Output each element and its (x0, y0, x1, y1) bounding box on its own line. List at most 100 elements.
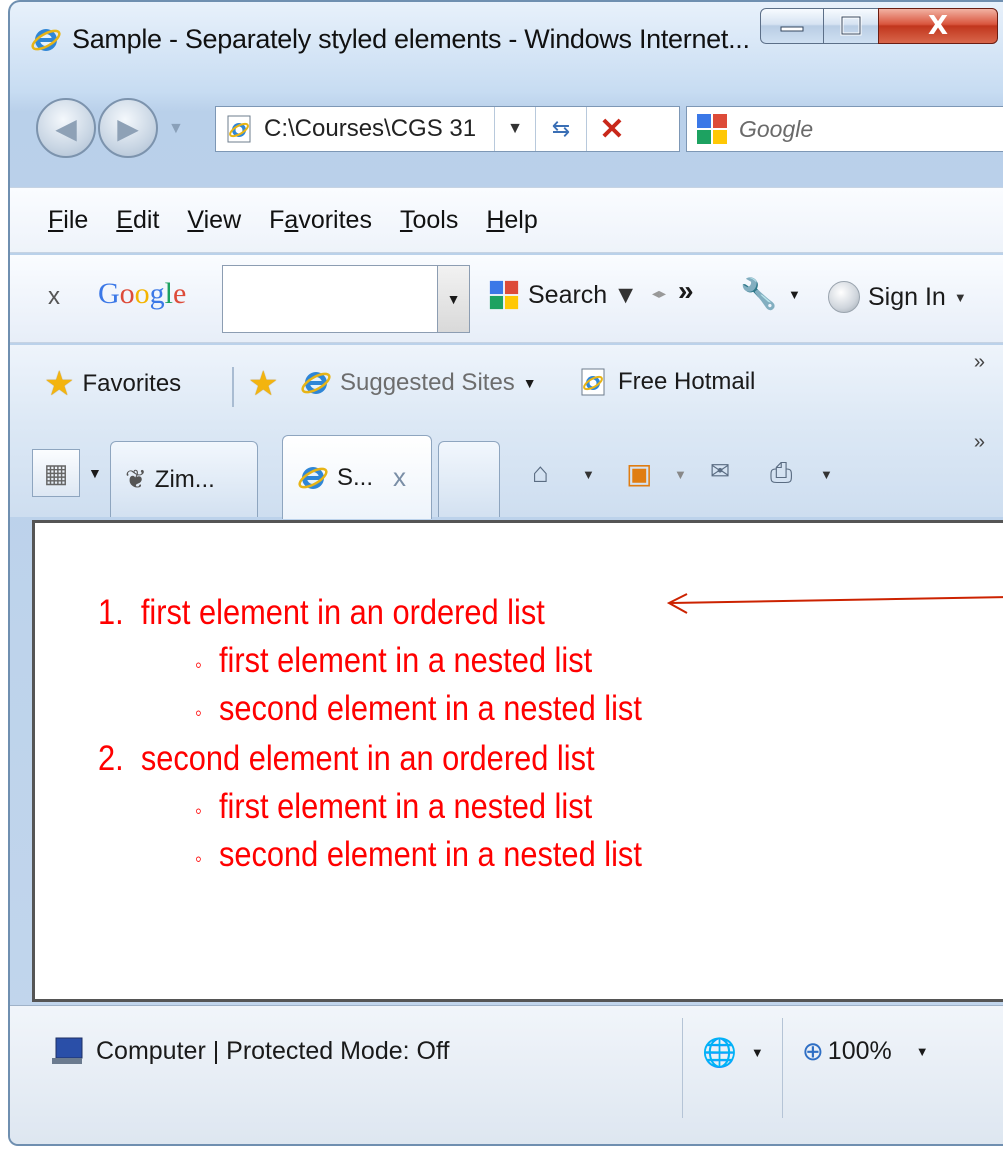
status-bar: Computer | Protected Mode: Off 🌐 ▼ ⊕ 100… (10, 1005, 1003, 1144)
zoom-icon: ⊕ (802, 1036, 824, 1066)
menu-view[interactable]: View (187, 206, 241, 235)
divider (782, 1018, 783, 1118)
globe-lock-icon: 🌐 (702, 1037, 737, 1068)
free-hotmail-link[interactable]: Free Hotmail (578, 367, 755, 397)
google-icon (697, 114, 727, 144)
sign-in-label: Sign In (868, 282, 946, 311)
search-history-dropdown[interactable]: ▼ (437, 266, 469, 332)
refresh-button[interactable]: ⇆ (535, 107, 586, 151)
toolbar-close-button[interactable]: x (48, 283, 60, 311)
chevron-down-icon: ▼ (522, 375, 537, 391)
tab-favicon: ❦ (125, 464, 147, 494)
search-placeholder: Google (739, 115, 814, 142)
annotation-arrow (666, 593, 1003, 614)
command-bar-overflow-chevron[interactable]: » (974, 431, 985, 454)
browser-window: Sample - Separately styled elements - Wi… (8, 0, 1003, 1146)
address-bar[interactable]: C:\Courses\CGS 31 ▼ ⇆ ✕ (215, 106, 680, 152)
forward-button[interactable]: ▶ (98, 98, 158, 158)
tab-sample[interactable]: S... x (282, 435, 432, 519)
maximize-button[interactable] (823, 8, 879, 44)
wrench-icon[interactable]: 🔧 (740, 277, 777, 312)
minimize-button[interactable] (760, 8, 824, 44)
forward-arrow-icon: ▶ (117, 112, 139, 144)
tab-zimbra[interactable]: ❦ Zim... (110, 441, 258, 517)
google-search-input[interactable]: ▼ (222, 265, 470, 333)
security-zone[interactable]: Computer | Protected Mode: Off (50, 1036, 449, 1066)
divider (232, 367, 234, 407)
close-tab-button[interactable]: x (393, 462, 406, 493)
google-icon (489, 280, 519, 310)
menu-tools[interactable]: Tools (400, 206, 458, 235)
minimize-icon (780, 26, 804, 32)
suggested-sites-link[interactable]: Suggested Sites ▼ (300, 367, 537, 399)
add-to-favorites-button[interactable]: ★ (248, 367, 286, 401)
tab-bar: ▦ ▼ ❦ Zim... S... x ⌂ ▼ ▣ ▼ ✉ ⎙ ▼ » (10, 425, 1003, 519)
chevron-down-icon[interactable]: ▼ (788, 287, 801, 302)
list-item: 1. first element in an ordered list (98, 593, 545, 632)
chevron-down-icon[interactable]: ▼ (674, 467, 687, 482)
ie-logo-icon (301, 372, 331, 394)
recent-pages-dropdown[interactable]: ▼ (168, 120, 184, 138)
favorites-button[interactable]: ★ Favorites (44, 367, 181, 401)
chevron-down-icon[interactable]: ▼ (820, 467, 833, 482)
nested-list-item: ◦ first element in a nested list (195, 787, 593, 826)
navigation-bar: ◀ ▶ ▼ C:\Courses\CGS 31 ▼ ⇆ ✕ Google (10, 92, 1003, 172)
menu-favorites[interactable]: Favorites (269, 206, 372, 235)
search-box[interactable]: Google (686, 106, 1003, 152)
favorites-bar: ★ Favorites ★ Suggested Sites ▼ Free Hot… (10, 345, 1003, 425)
quick-tabs-icon: ▦ (43, 457, 69, 488)
sign-in-icon (828, 281, 860, 313)
google-logo: Google (98, 277, 187, 310)
new-tab-button[interactable] (438, 441, 500, 517)
computer-icon (52, 1037, 83, 1064)
ie-page-icon (581, 368, 605, 396)
close-icon: X (927, 11, 949, 41)
nested-list-item: ◦ first element in a nested list (195, 641, 593, 680)
window-title: Sample - Separately styled elements - Wi… (72, 24, 750, 54)
google-search-button[interactable]: Search ▼ (488, 279, 638, 311)
chevron-down-icon: ▼ (953, 289, 967, 305)
list-item: 2. second element in an ordered list (98, 739, 595, 778)
search-button-label: Search (528, 280, 608, 309)
chevron-down-icon[interactable]: ▼ (582, 467, 595, 482)
menu-file[interactable]: File (48, 206, 88, 235)
toolbar-separator: ◂▸ (652, 285, 667, 301)
ie-page-icon (227, 115, 251, 143)
menu-bar: File Edit View Favorites Tools Help (10, 187, 1003, 253)
page-content: 1. first element in an ordered list ◦ fi… (32, 520, 1003, 1002)
home-icon[interactable]: ⌂ (532, 457, 549, 489)
address-dropdown[interactable]: ▼ (494, 107, 535, 151)
print-icon[interactable]: ⎙ (770, 457, 792, 490)
title-bar: Sample - Separately styled elements - Wi… (10, 2, 1003, 74)
menu-edit[interactable]: Edit (116, 206, 159, 235)
quick-tabs-button[interactable]: ▦ (32, 449, 80, 497)
tab-list-dropdown[interactable]: ▼ (88, 465, 102, 481)
stop-icon: ✕ (599, 112, 625, 146)
more-button[interactable]: » (678, 275, 694, 307)
zoom-control[interactable]: ⊕ 100% ▼ (802, 1036, 929, 1067)
ie-logo-icon (31, 29, 61, 51)
menu-help[interactable]: Help (486, 206, 537, 235)
ie-logo-icon (298, 466, 328, 489)
stop-button[interactable]: ✕ (586, 107, 637, 151)
close-window-button[interactable]: X (878, 8, 998, 44)
nested-list-item: ◦ second element in a nested list (195, 689, 642, 728)
back-button[interactable]: ◀ (36, 98, 96, 158)
address-url[interactable]: C:\Courses\CGS 31 (264, 115, 494, 143)
security-settings[interactable]: 🌐 ▼ (702, 1036, 764, 1069)
star-icon: ★ (44, 365, 75, 403)
rss-feed-icon[interactable]: ▣ (626, 457, 652, 490)
chevron-down-icon: ▼ (750, 1045, 764, 1060)
back-arrow-icon: ◀ (55, 112, 77, 144)
nested-list-item: ◦ second element in a nested list (195, 835, 642, 874)
maximize-icon (840, 15, 862, 36)
chevron-down-icon: ▼ (915, 1044, 929, 1059)
read-mail-icon[interactable]: ✉ (710, 457, 730, 486)
google-toolbar: x Google ▼ Search ▼ ◂▸ » 🔧 ▼ Sign In ▼ (10, 255, 1003, 343)
divider (682, 1018, 683, 1118)
favorites-overflow-chevron[interactable]: » (974, 351, 985, 374)
refresh-icon: ⇆ (551, 116, 571, 141)
chevron-down-icon: ▼ (613, 280, 638, 309)
sign-in-button[interactable]: Sign In ▼ (828, 281, 967, 313)
add-favorite-icon: ★ (248, 365, 279, 403)
